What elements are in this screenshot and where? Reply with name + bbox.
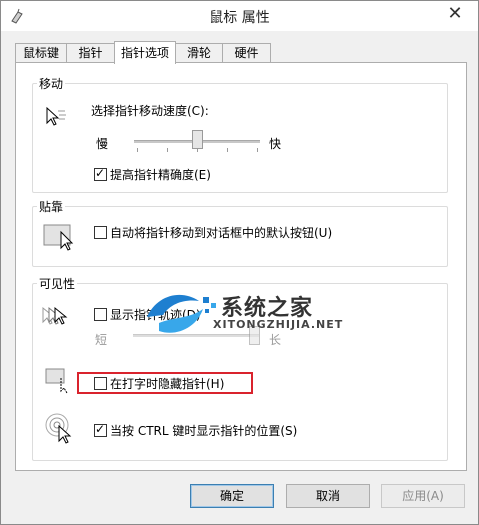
tab-buttons[interactable]: 鼠标键 [15, 43, 67, 63]
slider-tick [137, 148, 138, 152]
motion-group: 移动 选择指针移动速度(C): 慢 快 提高指针精确度(E) [32, 75, 448, 193]
close-button[interactable]: ✕ [438, 2, 472, 26]
speed-fast-label: 快 [269, 137, 282, 151]
watermark-subtext: XITONGZHIJIA.NET [213, 318, 344, 331]
snap-group: 贴靠 自动将指针移动到对话框中的默认按钮(U) [32, 198, 448, 267]
tab-hardware[interactable]: 硬件 [222, 43, 271, 63]
pointer-options-panel: 移动 选择指针移动速度(C): 慢 快 提高指针精确度(E) [15, 62, 467, 471]
trails-checkbox[interactable] [94, 308, 107, 321]
hide-typing-label[interactable]: 在打字时隐藏指针(H) [110, 375, 224, 392]
trail-short-label: 短 [95, 333, 108, 347]
pointer-speed-icon [43, 106, 67, 131]
slider-tick [257, 148, 258, 152]
snap-to-button-icon [43, 222, 77, 255]
title-bar: 鼠标 属性 ✕ [1, 1, 478, 31]
snap-group-label: 贴靠 [37, 198, 66, 215]
visibility-group-label: 可见性 [37, 275, 78, 292]
ctrl-location-label[interactable]: 当按 CTRL 键时显示指针的位置(S) [110, 422, 297, 439]
tab-pointers[interactable]: 指针 [66, 43, 115, 63]
tab-wheel[interactable]: 滑轮 [175, 43, 223, 63]
ok-button[interactable]: 确定 [190, 484, 274, 508]
pointer-location-icon [45, 412, 77, 447]
precision-label[interactable]: 提高指针精确度(E) [110, 166, 211, 183]
pointer-trails-icon [41, 304, 75, 335]
mouse-properties-dialog: 鼠标 属性 ✕ 鼠标键 指针 指针选项 滑轮 硬件 移动 选择指针移动速度(C)… [0, 0, 479, 525]
snap-checkbox[interactable] [94, 226, 107, 239]
slider-tick [167, 148, 168, 152]
apply-button[interactable]: 应用(A) [381, 484, 465, 508]
hide-pointer-icon [45, 366, 75, 397]
speed-slow-label: 慢 [96, 137, 109, 151]
slider-tick [227, 148, 228, 152]
snap-label[interactable]: 自动将指针移动到对话框中的默认按钮(U) [110, 224, 332, 241]
motion-group-label: 移动 [37, 75, 66, 92]
slider-tick [197, 148, 198, 152]
precision-checkbox[interactable] [94, 166, 107, 181]
pointer-speed-thumb[interactable] [192, 130, 203, 149]
ctrl-location-checkbox[interactable] [94, 422, 107, 437]
cancel-button[interactable]: 取消 [286, 484, 370, 508]
hide-typing-checkbox[interactable] [94, 377, 107, 390]
tab-pointer-options[interactable]: 指针选项 [114, 41, 176, 64]
window-title: 鼠标 属性 [209, 10, 270, 26]
pointer-speed-label: 选择指针移动速度(C): [91, 104, 209, 118]
